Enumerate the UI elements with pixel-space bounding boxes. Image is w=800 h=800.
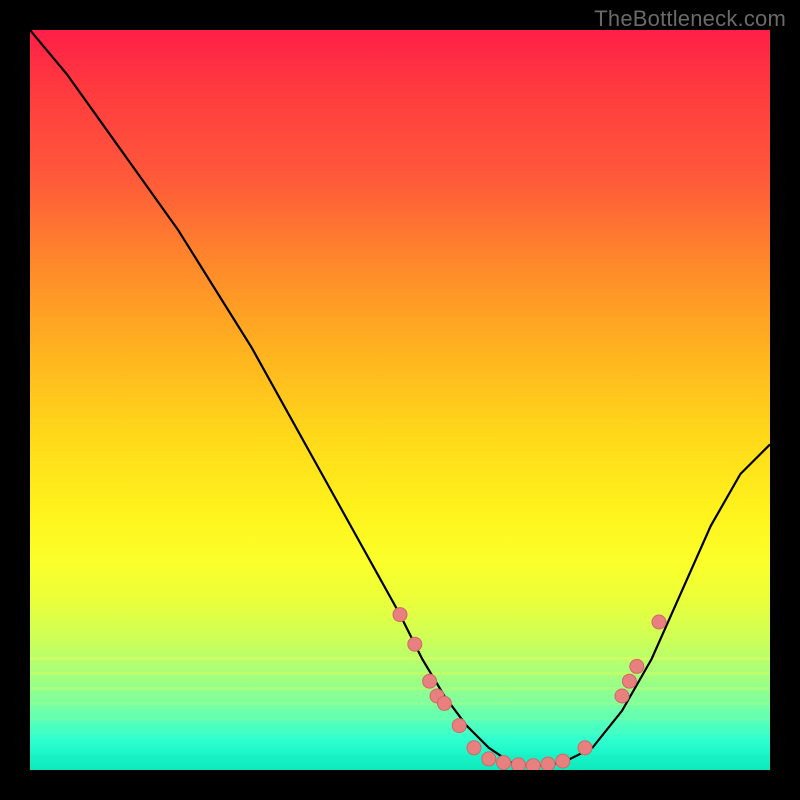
data-marker bbox=[556, 754, 570, 768]
data-marker bbox=[511, 758, 525, 770]
data-marker bbox=[578, 741, 592, 755]
bottleneck-curve bbox=[30, 30, 770, 766]
data-marker bbox=[497, 756, 511, 770]
data-marker bbox=[526, 759, 540, 770]
data-marker bbox=[615, 689, 629, 703]
data-marker bbox=[652, 615, 666, 629]
data-marker bbox=[437, 696, 451, 710]
marker-group bbox=[393, 608, 666, 770]
data-marker bbox=[423, 674, 437, 688]
data-marker bbox=[467, 741, 481, 755]
watermark-text: TheBottleneck.com bbox=[594, 6, 786, 32]
plot-area bbox=[30, 30, 770, 770]
data-marker bbox=[482, 752, 496, 766]
curve-layer bbox=[30, 30, 770, 770]
data-marker bbox=[393, 608, 407, 622]
data-marker bbox=[452, 719, 466, 733]
data-marker bbox=[622, 674, 636, 688]
chart-frame: TheBottleneck.com bbox=[0, 0, 800, 800]
data-marker bbox=[541, 757, 555, 770]
data-marker bbox=[408, 637, 422, 651]
data-marker bbox=[630, 659, 644, 673]
